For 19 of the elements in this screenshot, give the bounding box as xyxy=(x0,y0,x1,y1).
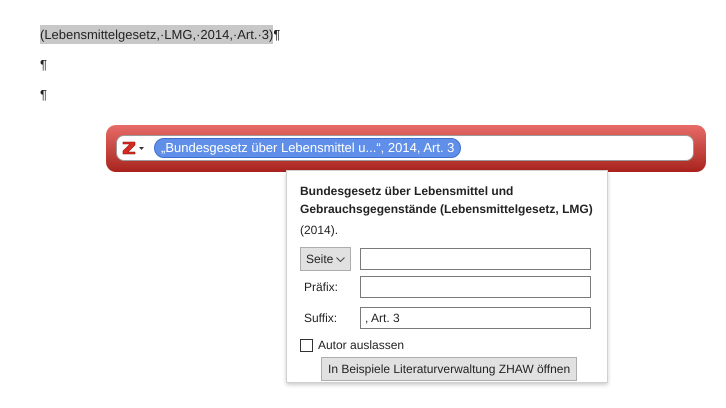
z-logo-icon xyxy=(121,140,137,156)
caret-icon xyxy=(139,146,144,150)
input-field[interactable]: , Art. 3 xyxy=(360,307,591,329)
item-title: Bundesgesetz über Lebensmittel und Gebrauchsgegenstände (Lebensmittelgesetz, LMG) xyxy=(300,183,594,218)
open-in-library-button[interactable]: In Beispiele Literaturverwaltung ZHAW öffnen xyxy=(321,357,578,381)
paragraph-mark: ¶ xyxy=(40,86,47,104)
item-year: (2014). xyxy=(300,222,340,239)
field-label: Präfix: xyxy=(303,279,340,296)
paragraph-mark: ¶ xyxy=(273,26,280,44)
chevron-down-icon xyxy=(336,256,345,262)
field-label: Suffix: xyxy=(303,310,338,327)
zotero-menu-button[interactable] xyxy=(121,140,144,156)
locator-dropdown[interactable]: Seite xyxy=(300,247,351,271)
checkbox[interactable] xyxy=(300,338,313,352)
paragraph-mark: ¶ xyxy=(40,56,47,74)
input-field[interactable] xyxy=(360,276,591,298)
checkbox-label: Autor auslassen xyxy=(318,337,404,354)
locator-field[interactable] xyxy=(360,248,591,270)
citation-text: (Lebensmittelgesetz,·LMG,·2014,·Art.·3) xyxy=(40,24,274,44)
